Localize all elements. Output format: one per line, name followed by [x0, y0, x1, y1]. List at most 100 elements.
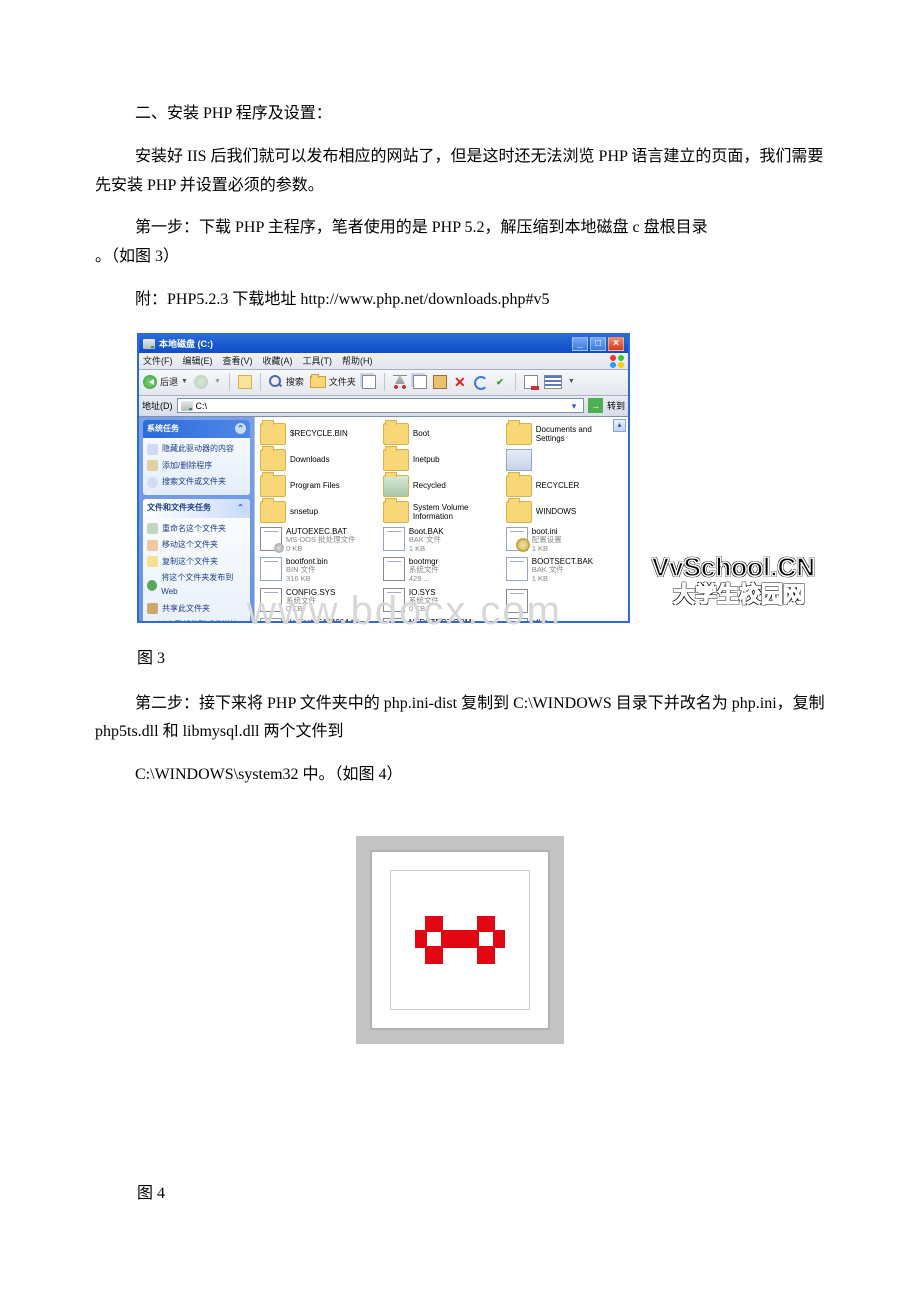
- folder-icon: [383, 501, 409, 523]
- step2-para2: C:\WINDOWS\system32 中。（如图 4）: [95, 761, 825, 790]
- address-dropdown-icon[interactable]: ▾: [568, 398, 580, 414]
- search-label: 搜索: [286, 374, 304, 390]
- system-tasks-panel: 系统任务 ⌃ 隐藏此驱动器的内容 添加/删除程序 搜索文件或文件夹: [143, 420, 250, 496]
- file-item[interactable]: Program Files: [257, 473, 380, 499]
- file-label: Boot.BAKBAK 文件1 KB: [409, 527, 444, 553]
- file-row: AUTOEXEC.BATMS-DOS 批处理文件0 KB Boot.BAKBAK …: [257, 525, 626, 555]
- drive-icon: [143, 339, 155, 349]
- file-folder-tasks-header[interactable]: 文件和文件夹任务 ⌃: [143, 499, 250, 517]
- separator: [515, 373, 516, 391]
- file-list-pane: $RECYCLE.BIN BootDocuments and Settings Do…: [254, 417, 628, 621]
- watermark-vvschool: VvSchool.CN: [652, 544, 815, 591]
- task-copy[interactable]: 复制这个文件夹: [147, 554, 246, 570]
- task-hide-contents[interactable]: 隐藏此驱动器的内容: [147, 441, 246, 457]
- file-item[interactable]: [503, 586, 626, 616]
- menu-view[interactable]: 查看(V): [223, 353, 253, 369]
- views-icon[interactable]: [544, 375, 562, 389]
- properties-icon[interactable]: [524, 375, 538, 389]
- file-item[interactable]: RECYCLER: [503, 473, 626, 499]
- task-share[interactable]: 共享此文件夹: [147, 601, 246, 617]
- file-item[interactable]: NTDETECT.COMMS-DOS 应用程序: [380, 616, 503, 621]
- file-item[interactable]: IO.SYS系统文件0 KB: [380, 586, 503, 616]
- file-item[interactable]: $RECYCLE.BIN: [257, 421, 380, 447]
- task-email[interactable]: 以电子邮件形式发送该文件夹内的文件: [147, 617, 246, 621]
- file-row: $RECYCLE.BIN BootDocuments and Settings: [257, 421, 626, 447]
- file-item[interactable]: Downloads: [257, 447, 380, 473]
- paste-icon[interactable]: [433, 375, 447, 389]
- back-button[interactable]: 后退 ▼: [143, 374, 188, 390]
- step2-para: 第二步：接下来将 PHP 文件夹中的 php.ini-dist 复制到 C:\W…: [95, 690, 825, 748]
- go-label: 转到: [607, 398, 625, 414]
- file-item[interactable]: System Volume Information: [380, 499, 503, 525]
- file-item[interactable]: ntldr系统文件: [503, 616, 626, 621]
- file-label: NetTest15494024.txt文本文档: [286, 618, 359, 621]
- address-input[interactable]: C:\ ▾: [177, 398, 584, 413]
- search-icon: [269, 375, 283, 389]
- minimize-button[interactable]: _: [572, 337, 588, 351]
- file-item[interactable]: Recycled: [380, 473, 503, 499]
- copy-icon[interactable]: [413, 375, 427, 389]
- task-move[interactable]: 移动这个文件夹: [147, 537, 246, 553]
- window-titlebar: 本地磁盘 (C:) _ □ ×: [139, 335, 628, 353]
- file-item[interactable]: Inetpub: [380, 447, 503, 473]
- file-item[interactable]: Documents and Settings: [503, 421, 626, 447]
- forward-icon[interactable]: [194, 375, 208, 389]
- folder-icon: [506, 423, 532, 445]
- file-item[interactable]: snsetup: [257, 499, 380, 525]
- go-button[interactable]: →: [588, 398, 603, 413]
- file-label: Downloads: [290, 455, 330, 464]
- menu-favorites[interactable]: 收藏(A): [263, 353, 293, 369]
- step2-line1: 第二步：接下来将 PHP 文件夹中的 php.ini-dist 复制到 C:\W…: [95, 695, 825, 741]
- search-button[interactable]: 搜索: [269, 374, 304, 390]
- task-label: 共享此文件夹: [162, 602, 210, 616]
- menu-tools[interactable]: 工具(T): [303, 353, 333, 369]
- missing-image-inner: [390, 870, 530, 1010]
- close-button[interactable]: ×: [608, 337, 624, 351]
- maximize-button[interactable]: □: [590, 337, 606, 351]
- file-item[interactable]: WINDOWS: [503, 499, 626, 525]
- file-label: Program Files: [290, 481, 340, 490]
- file-item[interactable]: BOOTSECT.BAKBAK 文件1 KB: [503, 555, 626, 585]
- file-item[interactable]: NetTest15494024.txt文本文档: [257, 616, 380, 621]
- file-item[interactable]: bootmgr系统文件429 ...: [380, 555, 503, 585]
- file-item[interactable]: AUTOEXEC.BATMS-DOS 批处理文件0 KB: [257, 525, 380, 555]
- system-tasks-title: 系统任务: [147, 422, 179, 436]
- task-publish-web[interactable]: 将这个文件夹发布到 Web: [147, 570, 246, 601]
- folder-icon: [260, 501, 286, 523]
- figure-3-container: 本地磁盘 (C:) _ □ × 文件(F) 编辑(E) 查看(V) 收藏(A) …: [137, 333, 825, 623]
- file-item[interactable]: boot.ini配置设置1 KB: [503, 525, 626, 555]
- file-icon: [383, 618, 405, 621]
- search-task-icon: [147, 477, 158, 488]
- folders-button[interactable]: 文件夹: [310, 374, 356, 390]
- file-item[interactable]: bootfont.binBIN 文件316 KB: [257, 555, 380, 585]
- file-icon: [260, 557, 282, 581]
- separator: [260, 373, 261, 391]
- folder-icon: [260, 475, 286, 497]
- file-item[interactable]: CONFIG.SYS系统文件0 KB: [257, 586, 380, 616]
- task-add-remove[interactable]: 添加/删除程序: [147, 458, 246, 474]
- up-icon[interactable]: [238, 375, 252, 389]
- system-tasks-header[interactable]: 系统任务 ⌃: [143, 420, 250, 438]
- file-label: bootmgr系统文件429 ...: [409, 557, 439, 583]
- hide-icon: [147, 444, 158, 455]
- menu-help[interactable]: 帮助(H): [342, 353, 373, 369]
- move-icon[interactable]: [362, 375, 376, 389]
- menu-file[interactable]: 文件(F): [143, 353, 173, 369]
- menu-edit[interactable]: 编辑(E): [183, 353, 213, 369]
- toolbar: 后退 ▼ ▼ 搜索 文件夹 ✕ ✔: [139, 370, 628, 396]
- file-icon: [506, 618, 528, 621]
- file-item[interactable]: [503, 447, 626, 473]
- file-label: $RECYCLE.BIN: [290, 429, 348, 438]
- file-item[interactable]: Boot.BAKBAK 文件1 KB: [380, 525, 503, 555]
- file-item[interactable]: Boot: [380, 421, 503, 447]
- check-icon[interactable]: ✔: [493, 375, 507, 389]
- file-row: bootfont.binBIN 文件316 KB bootmgr系统文件429 .…: [257, 555, 626, 585]
- task-search-files[interactable]: 搜索文件或文件夹: [147, 474, 246, 490]
- undo-icon[interactable]: [473, 375, 487, 389]
- scroll-up-button[interactable]: ▴: [613, 419, 626, 432]
- cut-icon[interactable]: [393, 375, 407, 389]
- task-rename[interactable]: 重命名这个文件夹: [147, 521, 246, 537]
- delete-icon[interactable]: ✕: [453, 375, 467, 389]
- file-label: System Volume Information: [413, 503, 500, 521]
- folder-icon: [383, 475, 409, 497]
